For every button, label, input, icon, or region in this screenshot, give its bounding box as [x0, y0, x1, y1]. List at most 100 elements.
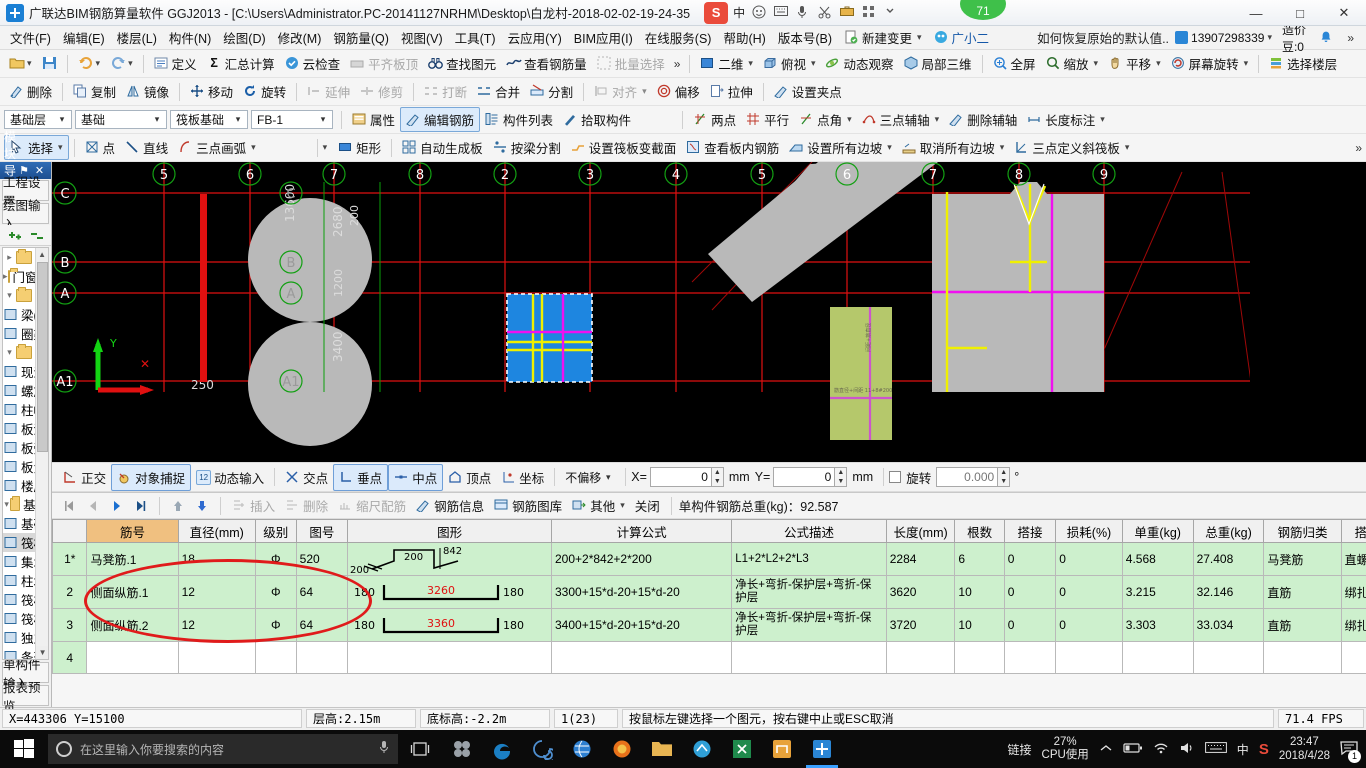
cell-formula[interactable]: 200+2*842+2*200: [550, 542, 733, 576]
menu-item-online[interactable]: 在线服务(S): [639, 26, 718, 49]
cell-formula[interactable]: [550, 641, 733, 674]
view-2d-button[interactable]: 二维 ▾: [695, 52, 758, 75]
keyboard-icon[interactable]: [774, 5, 789, 20]
fullscreen-button[interactable]: 全屏: [988, 52, 1041, 75]
select-floor-button[interactable]: 选择楼层: [1264, 52, 1342, 75]
toolbar1-overflow-icon[interactable]: »: [670, 57, 685, 71]
th-count[interactable]: 根数: [954, 519, 1005, 543]
scale-rebar-button[interactable]: 缩尺配筋: [334, 494, 410, 517]
rotate-spinner[interactable]: ▲ ▼: [998, 467, 1011, 487]
component-type-combo[interactable]: 筏板基础 ▾: [170, 110, 248, 129]
save-button[interactable]: [37, 54, 62, 73]
taskbar-app-browser[interactable]: [562, 730, 602, 768]
component-list-button[interactable]: 构件列表: [480, 108, 558, 131]
cell-total-weight[interactable]: 32.146: [1192, 575, 1265, 609]
th-unit-weight[interactable]: 单重(kg): [1121, 519, 1194, 543]
rebar-table[interactable]: 筋号 直径(mm) 级别 图号 图形 计算公式 公式描述 长度(mm) 根数 搭…: [52, 519, 1366, 674]
volume-icon[interactable]: [1179, 741, 1195, 758]
three-point-axis-button[interactable]: 三点辅轴 ▾: [857, 108, 945, 131]
cell-diameter[interactable]: 18: [177, 542, 256, 576]
component-combo[interactable]: FB-1 ▾: [251, 110, 333, 129]
cell-total-weight[interactable]: 33.034: [1192, 608, 1265, 642]
move-down-button[interactable]: [191, 497, 213, 515]
sogou-tray-icon[interactable]: S: [1259, 741, 1269, 758]
copy-button[interactable]: 复制: [68, 80, 121, 103]
notification-center-icon[interactable]: 1: [1340, 740, 1361, 763]
scroll-thumb[interactable]: [37, 262, 49, 452]
cell-grade[interactable]: Φ: [254, 542, 297, 576]
local-3d-button[interactable]: 局部三维: [899, 52, 977, 75]
menu-item-draw[interactable]: 绘图(D): [217, 26, 271, 49]
split-by-beam-button[interactable]: 按梁分割: [488, 136, 566, 159]
th-category[interactable]: 钢筋归类: [1263, 519, 1342, 543]
cell-diameter[interactable]: [177, 641, 256, 674]
toolbox-icon[interactable]: [840, 5, 855, 20]
snap-midpoint-toggle[interactable]: 中点: [388, 463, 444, 491]
nav-first-button[interactable]: [58, 497, 80, 515]
start-button[interactable]: [0, 730, 48, 768]
insert-row-button[interactable]: 插入: [228, 494, 279, 517]
cell-category[interactable]: 直筋: [1263, 608, 1342, 642]
cell-length[interactable]: 3720: [885, 608, 956, 642]
offset-mode-combo[interactable]: 不偏移 ▾: [560, 468, 617, 487]
collapse-all-icon[interactable]: [29, 228, 44, 243]
grip-button[interactable]: 设置夹点: [769, 80, 847, 103]
nav-prev-button[interactable]: [82, 497, 104, 515]
rotate-checkbox[interactable]: [889, 471, 902, 483]
cell-rebar-no[interactable]: 侧面纵筋.1: [86, 575, 179, 609]
scroll-down-arrow[interactable]: ▼: [36, 646, 49, 659]
cell-count[interactable]: 10: [954, 575, 1005, 609]
ime-tools[interactable]: 中: [733, 4, 899, 21]
account-button[interactable]: 13907298339 ▾: [1175, 31, 1272, 45]
top-view-button[interactable]: 俯视 ▾: [758, 52, 821, 75]
taskbar-app-edge[interactable]: [482, 730, 522, 768]
cell-unit-weight[interactable]: 3.303: [1121, 608, 1194, 642]
cell-shape[interactable]: 180 180 3360: [347, 608, 552, 642]
cell-lap-form[interactable]: 绑扎: [1340, 575, 1366, 609]
bell-icon[interactable]: [1319, 30, 1333, 45]
cell-length[interactable]: 3620: [885, 575, 956, 609]
th-rebar-no[interactable]: 筋号: [86, 519, 179, 543]
cell-rebar-no[interactable]: 侧面纵筋.2: [86, 608, 179, 642]
th-length[interactable]: 长度(mm): [885, 519, 956, 543]
sidebar-button-drawing-input[interactable]: 绘图输入: [2, 199, 50, 232]
cell-lap[interactable]: 0: [1003, 575, 1057, 609]
close-grid-button[interactable]: 关闭: [631, 494, 664, 517]
find-element-button[interactable]: 查找图元: [423, 52, 501, 75]
cell-shape[interactable]: [347, 641, 552, 674]
th-total-weight[interactable]: 总重(kg): [1192, 519, 1265, 543]
smiley-icon[interactable]: [752, 5, 767, 20]
assistant-button[interactable]: 广小二: [928, 26, 996, 49]
undo-button[interactable]: ▾: [73, 54, 106, 73]
delete-button[interactable]: 删除: [4, 80, 57, 103]
cell-formula[interactable]: 3400+15*d-20+15*d-20: [550, 608, 733, 642]
align-button[interactable]: 对齐 ▾: [589, 80, 652, 103]
floor-combo[interactable]: 基础层 ▾: [4, 110, 72, 129]
th-diameter[interactable]: 直径(mm): [177, 519, 256, 543]
cell-description[interactable]: 净长+弯折-保护层+弯折-保护层: [731, 608, 887, 642]
cell-figure-no[interactable]: 64: [295, 575, 349, 609]
cell-unit-weight[interactable]: 4.568: [1121, 542, 1194, 576]
redo-button[interactable]: ▾: [105, 54, 138, 73]
close-button[interactable]: ✕: [1322, 0, 1366, 26]
stretch-button[interactable]: 拉伸: [705, 80, 758, 103]
ime-indicator[interactable]: 中: [1237, 741, 1249, 758]
menu-item-help[interactable]: 帮助(H): [717, 26, 771, 49]
menu-item-modify[interactable]: 修改(M): [272, 26, 328, 49]
th-blank[interactable]: [52, 519, 88, 543]
snap-intersection-toggle[interactable]: 交点: [280, 465, 333, 490]
pick-component-button[interactable]: 拾取构件: [558, 108, 636, 131]
move-button[interactable]: 移动: [185, 80, 238, 103]
menu-item-cloud[interactable]: 云应用(Y): [502, 26, 568, 49]
more-chevron-icon[interactable]: [884, 5, 899, 20]
taskbar-app-ggj-active[interactable]: [802, 730, 842, 768]
cell-grade[interactable]: [254, 641, 297, 674]
tree-expander[interactable]: ▾: [3, 290, 16, 301]
th-lap-form[interactable]: 搭接形: [1340, 519, 1366, 543]
rectangle-tool-button[interactable]: 矩形: [333, 136, 386, 159]
cloud-check-button[interactable]: 云检查: [280, 52, 346, 75]
rotate-input[interactable]: 0.000: [936, 467, 999, 487]
osnap-toggle[interactable]: 对象捕捉: [111, 463, 192, 491]
row-index[interactable]: 3: [52, 608, 88, 642]
cell-lap-form[interactable]: 绑扎: [1340, 608, 1366, 642]
